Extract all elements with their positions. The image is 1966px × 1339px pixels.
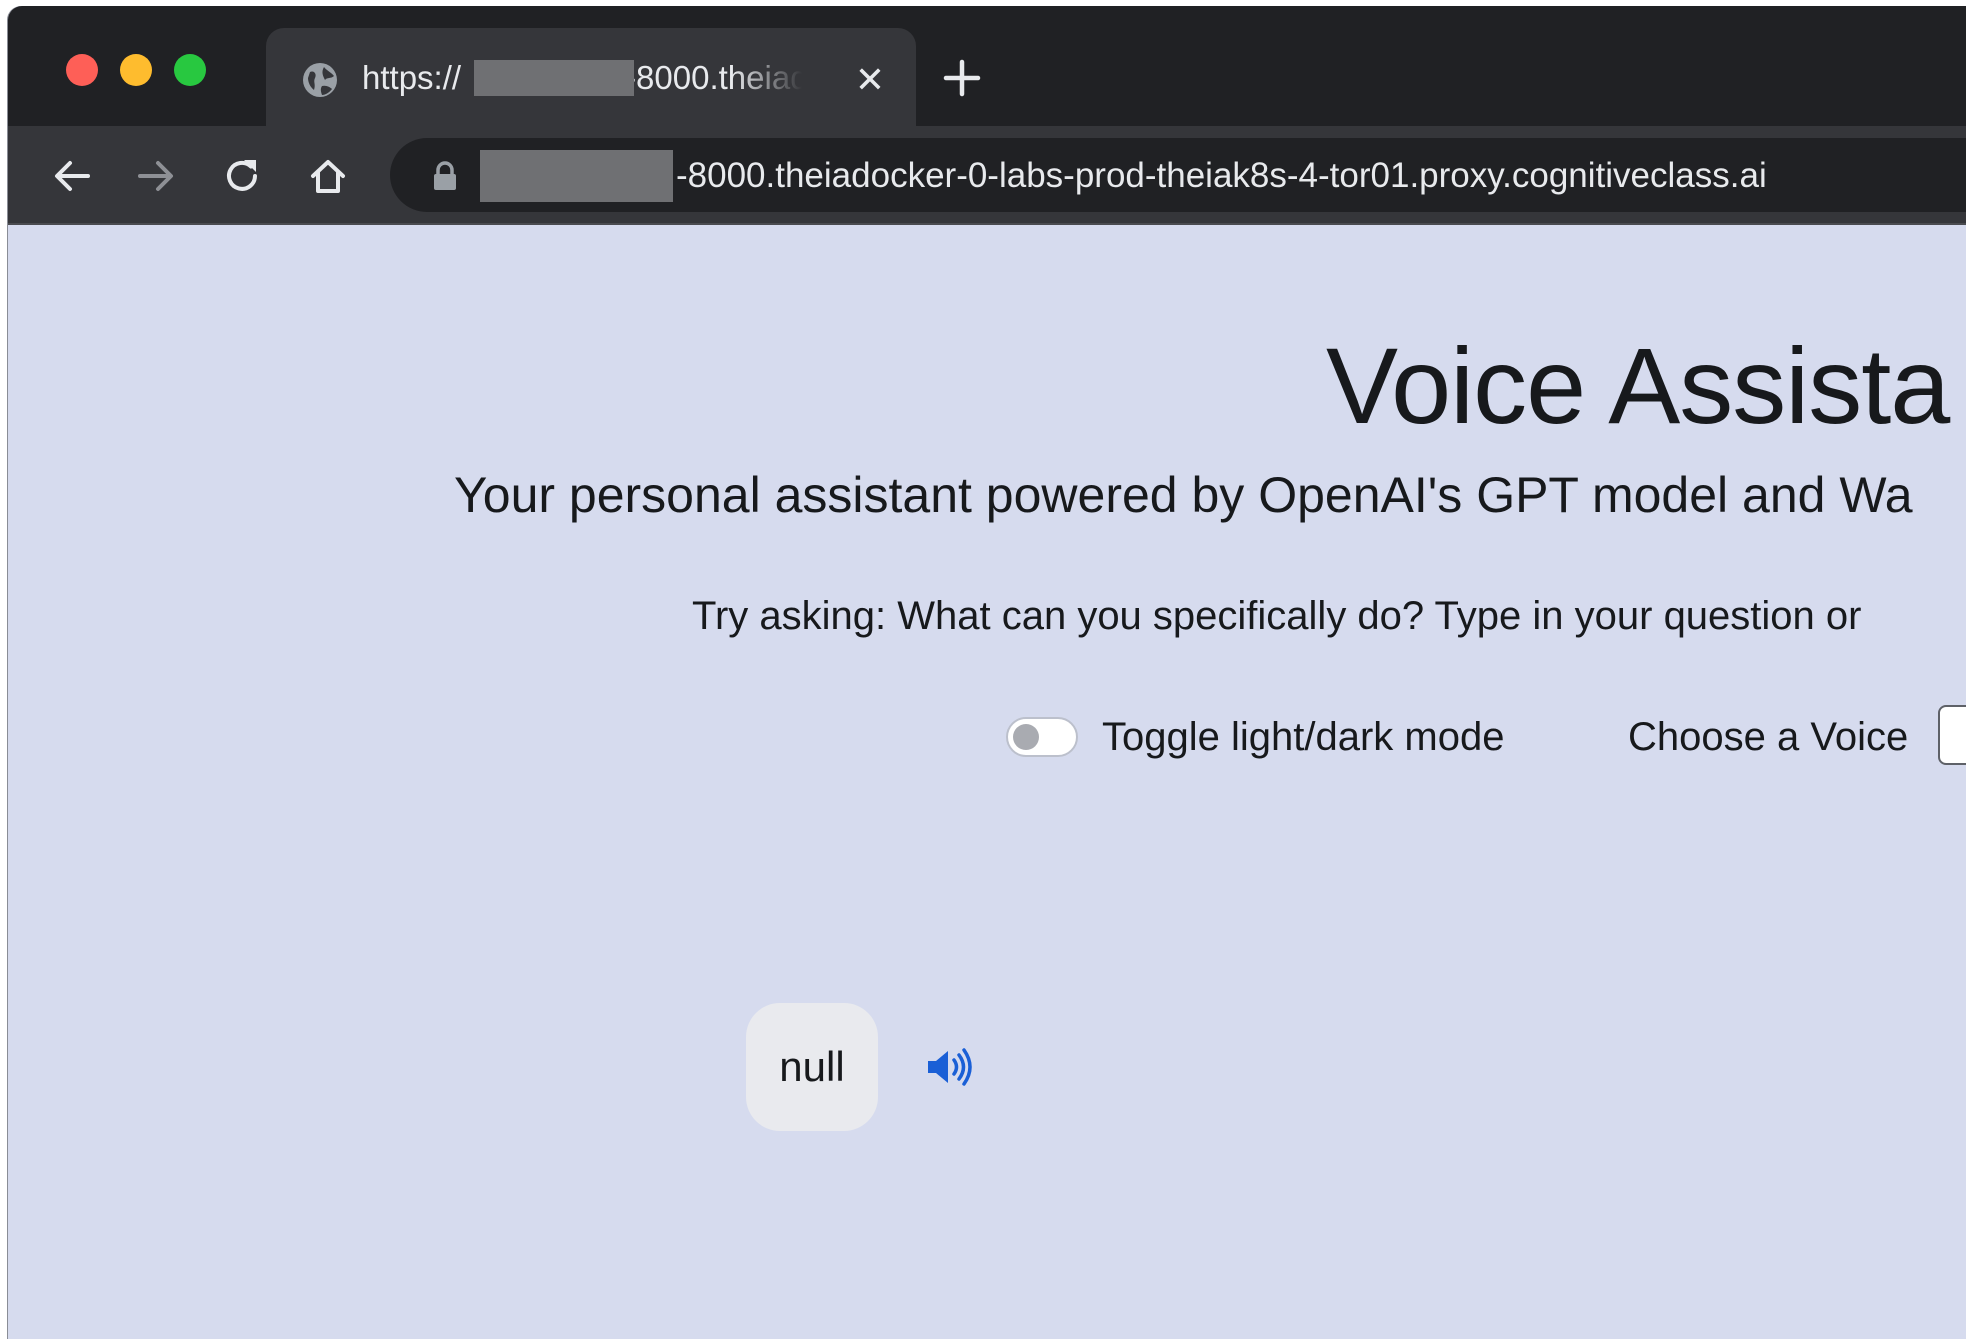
page-title: Voice Assista	[1326, 325, 1950, 446]
back-icon[interactable]	[50, 154, 94, 198]
voice-label: Choose a Voice	[1628, 715, 1909, 759]
browser-tab[interactable]: https://-8000.theiad ✕	[266, 28, 916, 126]
address-bar[interactable]: -8000.theiadocker-0-labs-prod-theiak8s-4…	[390, 138, 1966, 212]
browser-window: https://-8000.theiad ✕ -8000.theiadocker…	[8, 6, 1966, 1339]
reload-icon[interactable]	[220, 154, 264, 198]
maximize-window-button[interactable]	[174, 54, 206, 86]
hint-text: Try asking: What can you specifically do…	[692, 594, 1862, 638]
redacted-region	[480, 150, 673, 202]
close-tab-icon[interactable]: ✕	[850, 60, 890, 100]
globe-icon	[303, 63, 337, 97]
toggle-label: Toggle light/dark mode	[1102, 715, 1505, 759]
url-text: -8000.theiadocker-0-labs-prod-theiak8s-4…	[676, 156, 1767, 195]
browser-toolbar: -8000.theiadocker-0-labs-prod-theiak8s-4…	[8, 126, 1966, 225]
speaker-icon[interactable]	[926, 1047, 974, 1087]
forward-icon[interactable]	[134, 154, 178, 198]
toggle-knob	[1013, 724, 1039, 750]
voice-select[interactable]	[1938, 705, 1966, 765]
tab-title-prefix: https://	[362, 59, 462, 96]
minimize-window-button[interactable]	[120, 54, 152, 86]
lock-icon	[434, 161, 456, 190]
dark-mode-toggle[interactable]	[1006, 717, 1078, 757]
close-window-button[interactable]	[66, 54, 98, 86]
page-subtitle: Your personal assistant powered by OpenA…	[454, 467, 1913, 523]
page-content: Voice Assista Your personal assistant po…	[8, 223, 1966, 1339]
tab-strip: https://-8000.theiad ✕	[8, 6, 1966, 126]
home-icon[interactable]	[306, 154, 350, 198]
redacted-region	[474, 60, 634, 96]
message-bubble: null	[746, 1003, 878, 1131]
plus-icon[interactable]	[940, 56, 984, 100]
